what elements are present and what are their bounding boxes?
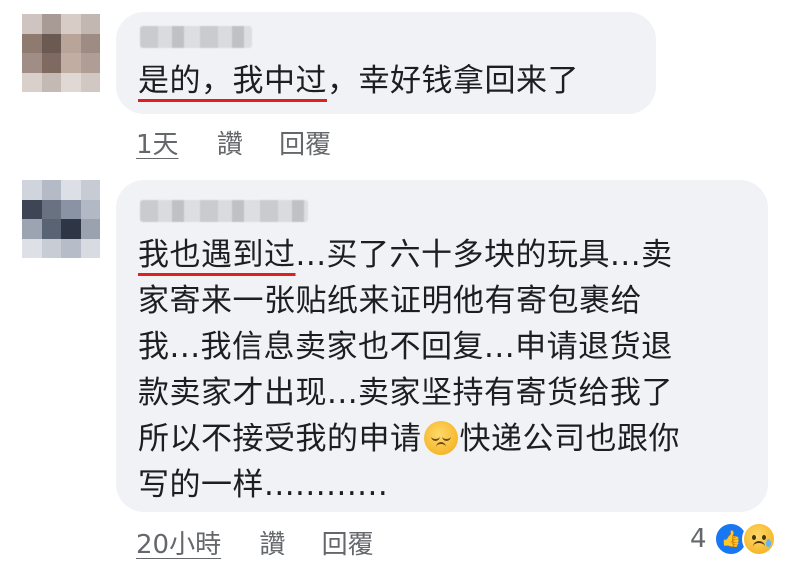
like-link[interactable]: 讚 bbox=[217, 130, 243, 160]
timestamp-link[interactable]: 20小時 bbox=[136, 530, 221, 560]
comment-line: 所以不接受我的申请 bbox=[138, 421, 422, 457]
comment-actions: 20小時 讚 回覆 bbox=[136, 524, 374, 561]
sad-face-icon bbox=[742, 522, 776, 556]
comment-text-rest: ，幸好钱拿回来了 bbox=[327, 63, 579, 99]
comment-line: 写的一样............ bbox=[138, 467, 389, 503]
comment-text: 我也遇到过...买了六十多块的玩具...卖 家寄来一张贴纸来证明他有寄包裹给 我… bbox=[138, 232, 680, 508]
comment-text: 是的，我中过，幸好钱拿回来了 bbox=[138, 58, 579, 104]
like-link[interactable]: 讚 bbox=[259, 530, 285, 560]
commenter-name[interactable] bbox=[140, 26, 252, 48]
comment-line: 款卖家才出现...卖家坚持有寄货给我了 bbox=[138, 375, 674, 411]
comment-bubble: 我也遇到过...买了六十多块的玩具...卖 家寄来一张贴纸来证明他有寄包裹给 我… bbox=[116, 180, 768, 512]
timestamp-link[interactable]: 1天 bbox=[136, 130, 179, 160]
reply-link[interactable]: 回覆 bbox=[322, 530, 374, 560]
comment-bubble: 是的，我中过，幸好钱拿回来了 bbox=[116, 12, 656, 114]
comment-line: 快递公司也跟你 bbox=[459, 421, 680, 457]
reaction-count: 4 bbox=[690, 524, 707, 554]
reply-link[interactable]: 回覆 bbox=[279, 130, 331, 160]
comment-line: 我...我信息卖家也不回复...申请退货退 bbox=[138, 329, 673, 365]
pensive-face-emoji-icon bbox=[423, 421, 458, 455]
comment-line: ...买了六十多块的玩具...卖 bbox=[295, 237, 673, 273]
avatar[interactable] bbox=[22, 180, 100, 258]
avatar[interactable] bbox=[22, 14, 100, 92]
comment-actions: 1天 讚 回覆 bbox=[136, 124, 331, 161]
highlighted-text: 是的，我中过 bbox=[138, 63, 327, 99]
comment-line: 家寄来一张贴纸来证明他有寄包裹给 bbox=[138, 283, 642, 319]
commenter-name[interactable] bbox=[140, 200, 308, 222]
highlighted-text: 我也遇到过 bbox=[138, 237, 296, 273]
